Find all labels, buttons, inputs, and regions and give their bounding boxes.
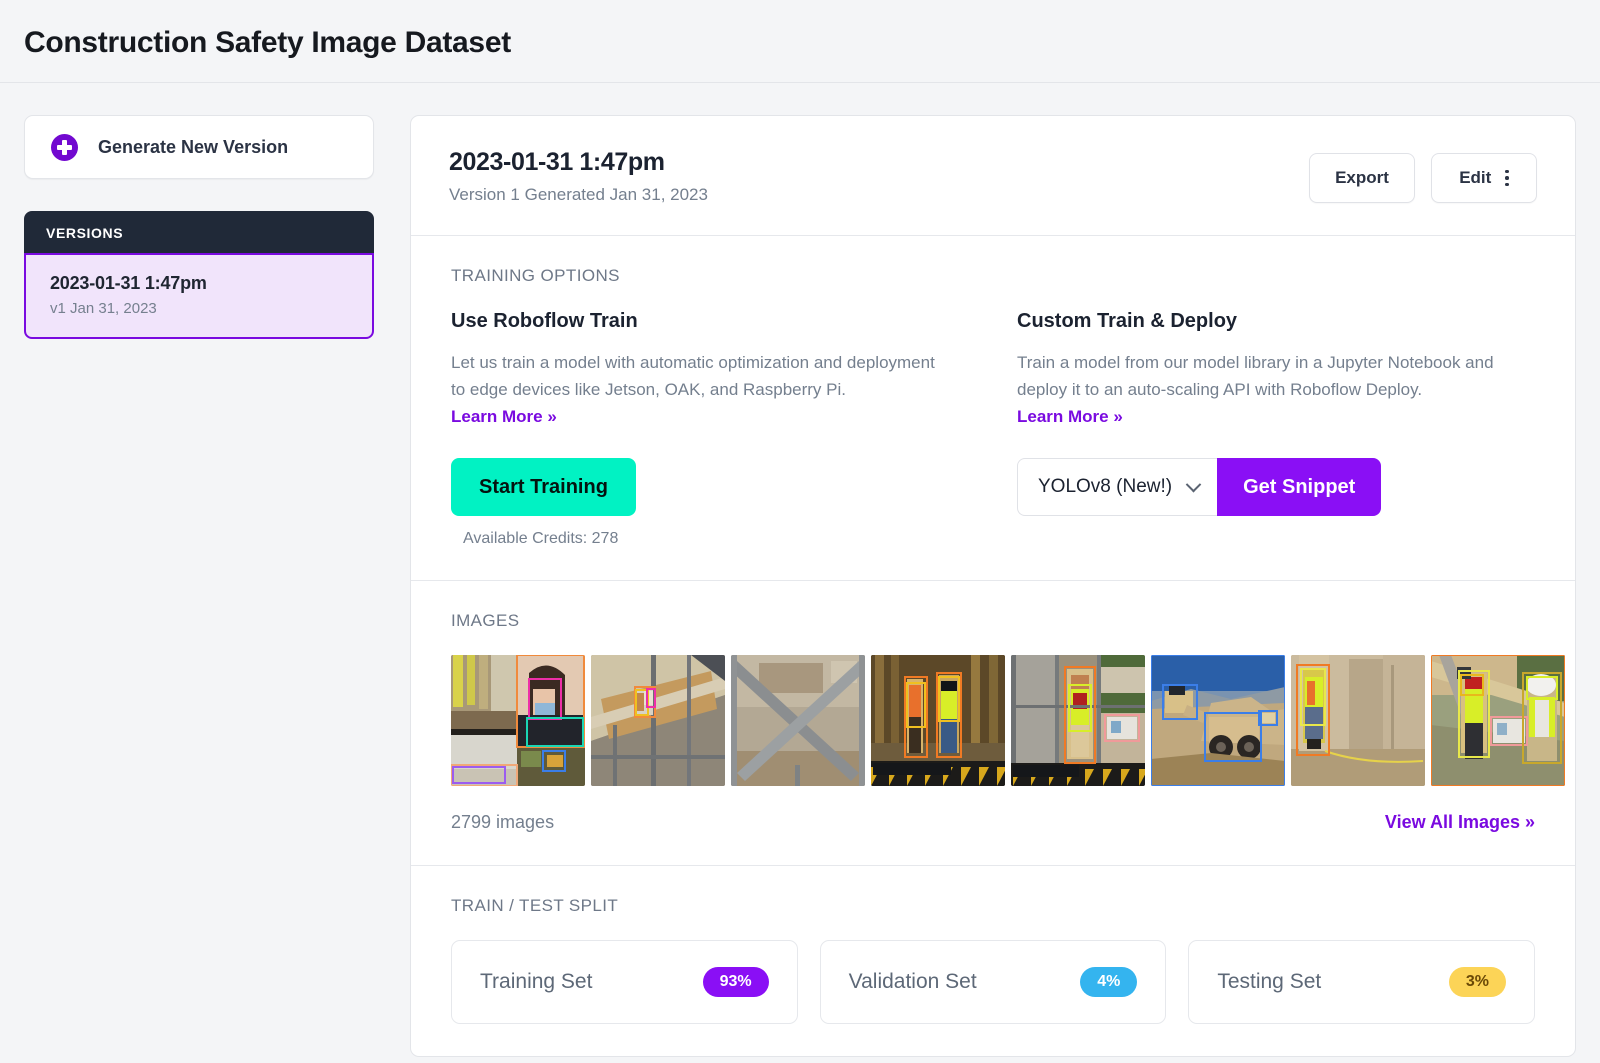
version-detail-card: 2023-01-31 1:47pm Version 1 Generated Ja…	[410, 115, 1576, 1057]
split-card-validation-name: Validation Set	[848, 970, 977, 993]
generate-new-version-button[interactable]: Generate New Version	[24, 115, 374, 179]
images-section-label: IMAGES	[451, 611, 520, 630]
thumb-scaffolding-exterior[interactable]	[591, 655, 725, 786]
available-credits-text: Available Credits: 278	[463, 530, 619, 547]
edit-button-label: Edit	[1459, 168, 1492, 187]
main-layout: Generate New Version VERSIONS 2023-01-31…	[0, 83, 1600, 1057]
custom-train-title: Custom Train & Deploy	[1017, 310, 1238, 332]
split-card-training[interactable]: Training Set 93%	[451, 940, 798, 1024]
custom-train-option: Custom Train & Deploy Train a model from…	[1017, 310, 1535, 548]
split-card-testing[interactable]: Testing Set 3%	[1188, 940, 1535, 1024]
custom-train-learn-more-link[interactable]: Learn More »	[1017, 407, 1123, 426]
images-section: IMAGES 2799 images View All Images »	[411, 580, 1575, 865]
get-snippet-label: Get Snippet	[1243, 475, 1356, 498]
model-select-dropdown[interactable]: YOLOv8 (New!)	[1017, 458, 1218, 516]
thumb-scaffold-cross-brace[interactable]	[731, 655, 865, 786]
roboflow-train-description-text: Let us train a model with automatic opti…	[451, 353, 935, 399]
thumb-framing-two-workers-vest[interactable]	[871, 655, 1005, 786]
image-thumbnail-strip	[451, 655, 1565, 786]
split-card-validation-badge: 4%	[1080, 967, 1138, 997]
sidebar: Generate New Version VERSIONS 2023-01-31…	[24, 115, 374, 339]
roboflow-train-learn-more-link[interactable]: Learn More »	[451, 407, 557, 426]
custom-train-description: Train a model from our model library in …	[1017, 349, 1517, 430]
train-test-split-section: TRAIN / TEST SPLIT Training Set 93% Vali…	[411, 865, 1575, 1056]
version-header-actions: Export Edit	[1309, 148, 1537, 203]
roboflow-train-description: Let us train a model with automatic opti…	[451, 349, 951, 430]
roboflow-train-actions: Start Training Available Credits: 278	[451, 458, 969, 548]
training-options-grid: Use Roboflow Train Let us train a model …	[451, 310, 1535, 548]
plus-circle-icon	[51, 133, 78, 161]
model-select-value: YOLOv8 (New!)	[1038, 476, 1173, 497]
page-title: Construction Safety Image Dataset	[24, 26, 511, 59]
roboflow-train-title: Use Roboflow Train	[451, 310, 638, 332]
version-title: 2023-01-31 1:47pm	[449, 148, 665, 176]
roboflow-train-option: Use Roboflow Train Let us train a model …	[451, 310, 969, 548]
generate-new-version-label: Generate New Version	[98, 136, 289, 157]
thumb-interior-framing-person-mask[interactable]	[451, 655, 585, 786]
versions-panel: VERSIONS 2023-01-31 1:47pm v1 Jan 31, 20…	[24, 211, 374, 339]
kebab-menu-icon[interactable]	[1505, 169, 1509, 187]
edit-button[interactable]: Edit	[1431, 153, 1537, 203]
start-training-button[interactable]: Start Training	[451, 458, 636, 516]
version-list-item-subtitle: v1 Jan 31, 2023	[50, 300, 157, 317]
images-footer: 2799 images View All Images »	[451, 812, 1535, 833]
training-options-section: TRAINING OPTIONS Use Roboflow Train Let …	[411, 236, 1575, 580]
view-all-images-link[interactable]: View All Images »	[1385, 812, 1535, 833]
thumb-roof-framing-workers[interactable]	[1431, 655, 1565, 786]
train-test-split-grid: Training Set 93% Validation Set 4% Testi…	[451, 940, 1535, 1024]
versions-panel-header: VERSIONS	[24, 211, 374, 254]
version-list-item[interactable]: 2023-01-31 1:47pm v1 Jan 31, 2023	[24, 253, 374, 339]
start-training-label: Start Training	[479, 475, 608, 498]
split-card-validation[interactable]: Validation Set 4%	[819, 940, 1167, 1024]
custom-train-description-text: Train a model from our model library in …	[1017, 353, 1494, 399]
split-card-training-badge: 93%	[702, 967, 769, 997]
export-button[interactable]: Export	[1309, 153, 1415, 203]
split-card-training-name: Training Set	[480, 970, 593, 993]
get-snippet-button[interactable]: Get Snippet	[1217, 458, 1382, 516]
thumb-scaffold-worker-harness[interactable]	[1011, 655, 1145, 786]
version-list-item-title: 2023-01-31 1:47pm	[50, 273, 207, 293]
split-card-testing-badge: 3%	[1448, 967, 1506, 997]
training-options-label: TRAINING OPTIONS	[451, 266, 620, 285]
split-card-testing-name: Testing Set	[1217, 970, 1322, 993]
version-header: 2023-01-31 1:47pm Version 1 Generated Ja…	[411, 116, 1575, 236]
thumb-interior-worker-vest-door[interactable]	[1291, 655, 1425, 786]
version-subtitle: Version 1 Generated Jan 31, 2023	[449, 185, 708, 204]
thumb-excavator-dump-truck[interactable]	[1151, 655, 1285, 786]
page-header: Construction Safety Image Dataset	[0, 0, 1600, 83]
export-button-label: Export	[1335, 168, 1389, 187]
version-header-text: 2023-01-31 1:47pm Version 1 Generated Ja…	[449, 148, 708, 205]
custom-train-actions: YOLOv8 (New!) Get Snippet	[1017, 458, 1535, 516]
chevron-down-icon	[1185, 476, 1202, 492]
train-test-split-label: TRAIN / TEST SPLIT	[451, 896, 619, 915]
images-count-label: 2799 images	[451, 812, 555, 832]
